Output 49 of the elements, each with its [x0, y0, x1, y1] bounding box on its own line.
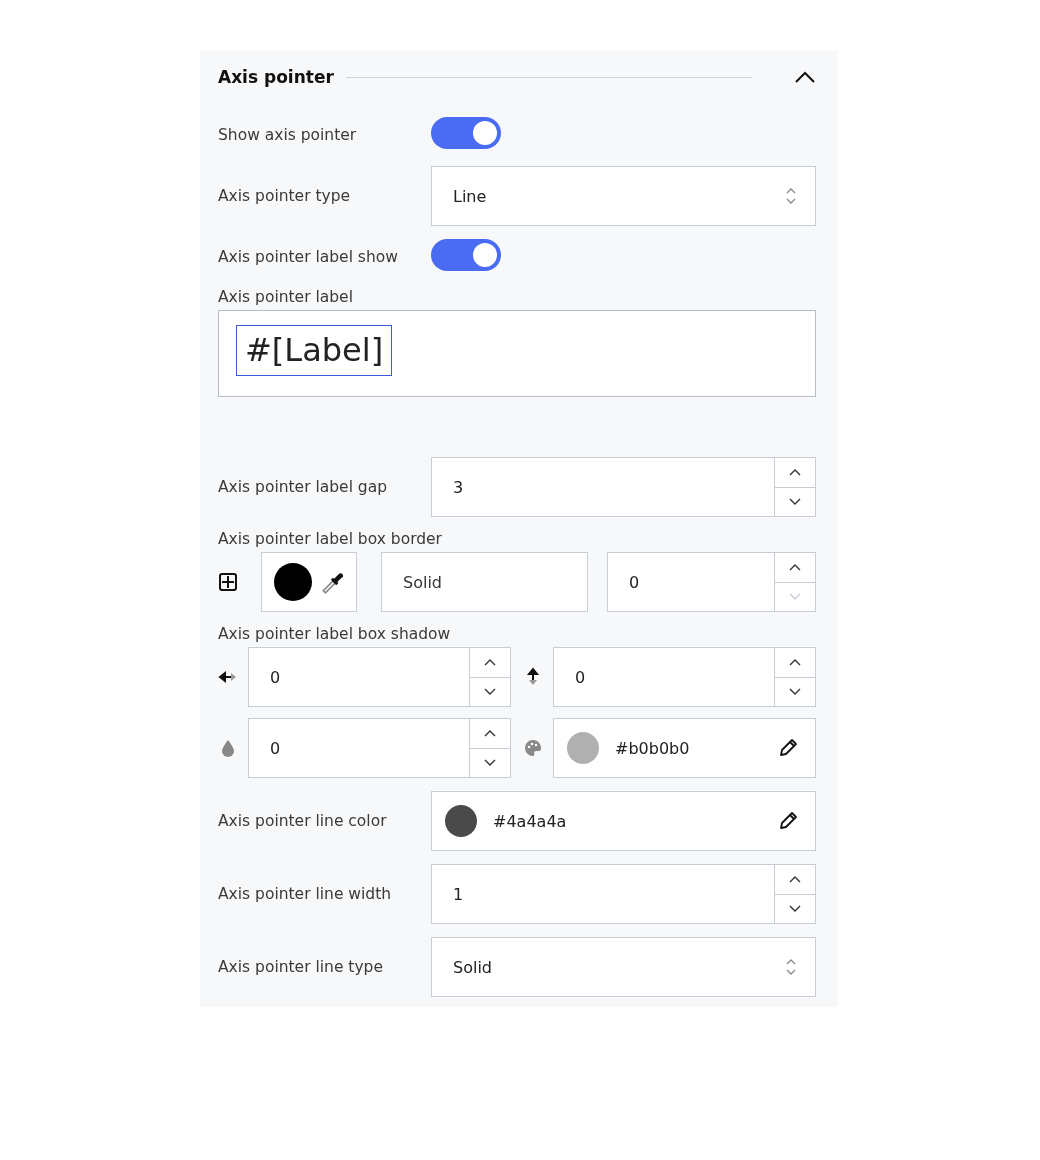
chevron-down-icon	[789, 592, 801, 601]
field-label: Axis pointer line width	[218, 883, 393, 905]
chevron-up-icon	[789, 875, 801, 884]
pencil-icon[interactable]	[777, 737, 799, 759]
label-token[interactable]: #[Label]	[236, 325, 393, 376]
field-label: Axis pointer label box border	[218, 530, 443, 548]
chevron-down-icon	[484, 758, 496, 767]
style-field[interactable]: Solid	[381, 552, 588, 612]
number-field[interactable]: 0	[553, 647, 816, 707]
color-swatch[interactable]	[567, 732, 599, 764]
pencil-icon[interactable]	[777, 810, 799, 832]
chevron-up-icon	[789, 658, 801, 667]
color-field[interactable]: #b0b0b0	[553, 718, 816, 778]
collapse-chevron-icon[interactable]	[794, 70, 816, 84]
field-label: Axis pointer label box shadow	[218, 625, 452, 643]
toggle-switch[interactable]	[431, 239, 501, 271]
dropdown[interactable]: Solid	[431, 937, 816, 997]
dropdown[interactable]: Line	[431, 166, 816, 226]
chevron-down-icon	[789, 687, 801, 696]
number-field[interactable]: 1	[431, 864, 816, 924]
chevron-down-icon	[789, 904, 801, 913]
field-label: Axis pointer line type	[218, 956, 384, 978]
border-grid-icon	[218, 572, 238, 592]
number-field[interactable]: 0	[607, 552, 816, 612]
up-down-chevron-icon	[785, 957, 797, 977]
text-area[interactable]: #[Label]	[218, 310, 816, 397]
toggle-switch[interactable]	[431, 117, 501, 149]
color-picker[interactable]	[261, 552, 357, 612]
field-label: Axis pointer label show	[218, 246, 399, 268]
number-field[interactable]: 0	[248, 647, 511, 707]
number-field[interactable]: 3	[431, 457, 816, 517]
palette-icon	[523, 738, 543, 758]
number-field[interactable]: 0	[248, 718, 511, 778]
color-field[interactable]: #4a4a4a	[431, 791, 816, 851]
field-label: Show axis pointer	[218, 124, 358, 146]
field-label: Axis pointer type	[218, 185, 352, 207]
color-swatch[interactable]	[274, 563, 312, 601]
field-label: Axis pointer label	[218, 288, 354, 306]
color-swatch[interactable]	[445, 805, 477, 837]
chevron-up-icon	[789, 563, 801, 572]
chevron-up-icon	[484, 658, 496, 667]
chevron-down-icon	[789, 497, 801, 506]
up-down-chevron-icon	[785, 186, 797, 206]
field-label: Axis pointer label gap	[218, 476, 389, 498]
field-label: Axis pointer line color	[218, 810, 388, 832]
chevron-up-icon	[484, 729, 496, 738]
chevron-down-icon	[484, 687, 496, 696]
section-title: Axis pointer	[218, 67, 334, 87]
chevron-up-icon	[789, 468, 801, 477]
